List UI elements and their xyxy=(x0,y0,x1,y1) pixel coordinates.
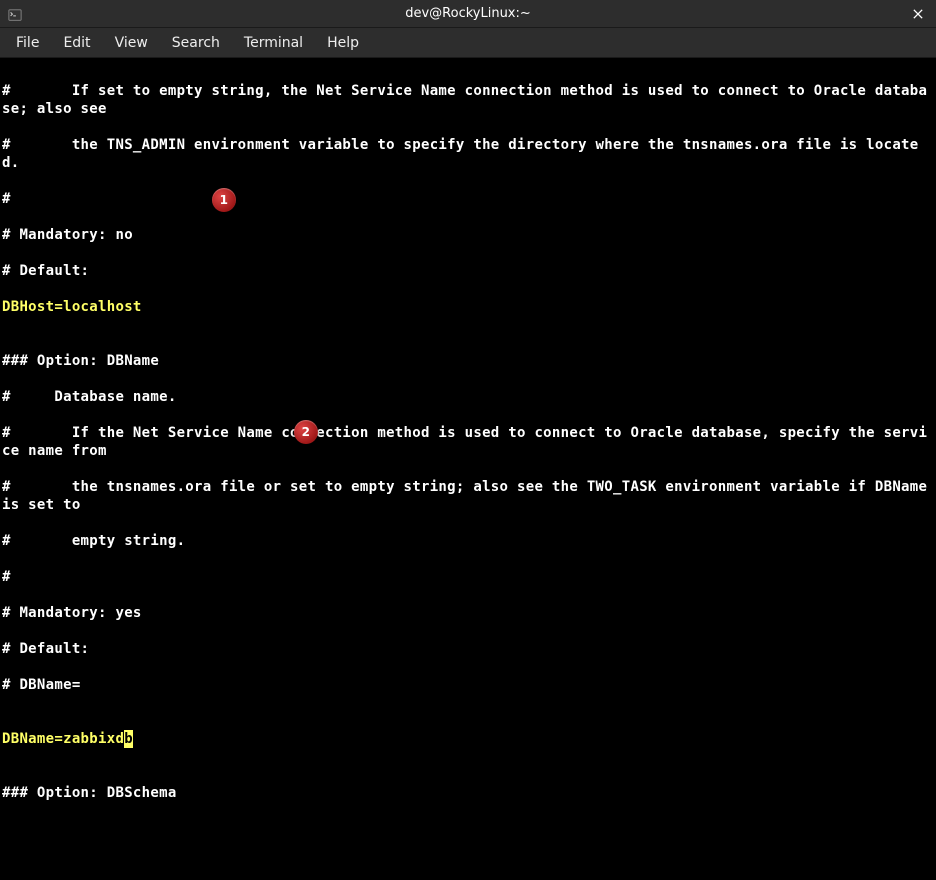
terminal-line: ### Option: DBName xyxy=(2,352,934,370)
menu-terminal[interactable]: Terminal xyxy=(232,31,315,55)
terminal-line: # Mandatory: yes xyxy=(2,604,934,622)
menu-help[interactable]: Help xyxy=(315,31,371,55)
terminal-line: # the TNS_ADMIN environment variable to … xyxy=(2,136,934,172)
terminal-line: # If the Net Service Name connection met… xyxy=(2,424,934,460)
terminal-line: # the tnsnames.ora file or set to empty … xyxy=(2,478,934,514)
terminal-line: # Database name. xyxy=(2,388,934,406)
window-titlebar: dev@RockyLinux:~ xyxy=(0,0,936,28)
terminal-line: DBHost=localhost xyxy=(2,298,934,316)
terminal-line: # Default: xyxy=(2,262,934,280)
menubar: File Edit View Search Terminal Help xyxy=(0,28,936,58)
terminal-line: # DBName= xyxy=(2,676,934,694)
marker-label: 2 xyxy=(302,423,311,441)
close-icon[interactable] xyxy=(908,4,928,24)
terminal-line: # Mandatory: no xyxy=(2,226,934,244)
terminal-line: # Default: xyxy=(2,640,934,658)
terminal-line: DBName=zabbixdb xyxy=(2,730,934,748)
terminal-content[interactable]: # If set to empty string, the Net Servic… xyxy=(0,58,936,880)
annotation-marker-2: 2 xyxy=(294,420,318,444)
menu-view[interactable]: View xyxy=(103,31,160,55)
config-dbhost: DBHost=localhost xyxy=(2,299,142,315)
terminal-line: ### Option: DBSchema xyxy=(2,784,934,802)
terminal-icon xyxy=(8,7,22,21)
window-title: dev@RockyLinux:~ xyxy=(405,6,531,21)
cursor: b xyxy=(124,730,133,748)
terminal-line: # empty string. xyxy=(2,532,934,550)
menu-file[interactable]: File xyxy=(4,31,51,55)
terminal-line: # If set to empty string, the Net Servic… xyxy=(2,82,934,118)
terminal-line: # xyxy=(2,190,934,208)
menu-edit[interactable]: Edit xyxy=(51,31,102,55)
menu-search[interactable]: Search xyxy=(160,31,232,55)
annotation-marker-1: 1 xyxy=(212,188,236,212)
terminal-line: # xyxy=(2,568,934,586)
config-dbname: DBName=zabbixd xyxy=(2,731,124,747)
marker-label: 1 xyxy=(220,191,229,209)
